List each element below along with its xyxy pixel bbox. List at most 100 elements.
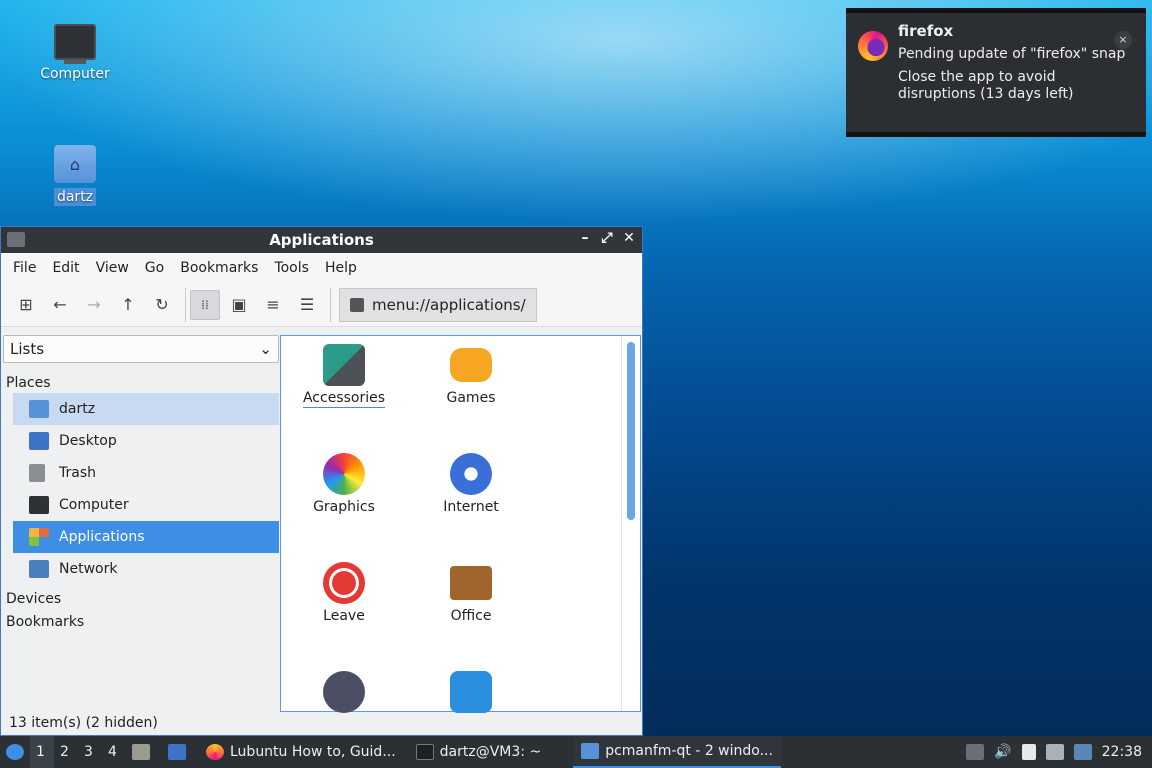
sidebar-item-dartz[interactable]: dartz: [13, 393, 279, 425]
network-status-icon[interactable]: [1045, 744, 1064, 760]
computer-icon: [54, 24, 96, 64]
icon-view-icon[interactable]: ⁞⁞: [190, 289, 220, 320]
side-pane-mode-value: Lists: [10, 340, 45, 358]
start-menu-button[interactable]: [0, 736, 30, 768]
scrollbar-track[interactable]: [621, 336, 622, 711]
app-category-settings[interactable]: [416, 671, 526, 717]
menu-bookmarks[interactable]: Bookmarks: [172, 260, 266, 276]
home-folder-icon: [29, 400, 49, 418]
folder-view[interactable]: Accessories Games Graphics Internet Leav…: [280, 335, 641, 713]
detailed-list-view-icon[interactable]: ☰: [292, 290, 322, 320]
desktop-icon-label: Computer: [40, 66, 110, 82]
toolbar-separator: [330, 287, 331, 322]
computer-icon: [29, 496, 49, 514]
clipboard-icon[interactable]: [1021, 744, 1036, 760]
sidebar-item-desktop[interactable]: Desktop: [13, 425, 279, 457]
applications-icon: [29, 528, 49, 546]
app-category-internet[interactable]: Internet: [416, 453, 526, 515]
app-category-games[interactable]: Games: [416, 344, 526, 406]
desktop-icon-home[interactable]: dartz: [30, 145, 120, 206]
update-notifier-icon[interactable]: [1073, 744, 1092, 760]
gamepad-icon: [450, 348, 492, 382]
address-bar[interactable]: menu://applications/: [339, 287, 639, 322]
tray-expand-icon[interactable]: [966, 744, 985, 760]
path-button[interactable]: menu://applications/: [339, 287, 537, 322]
quicklaunch-show-desktop[interactable]: [162, 736, 198, 768]
clock[interactable]: 22:38: [1102, 744, 1142, 760]
compact-view-icon[interactable]: ≡: [258, 290, 288, 320]
side-pane-mode-select[interactable]: Lists ⌄: [3, 335, 279, 363]
up-icon[interactable]: ↑: [113, 290, 143, 320]
internet-globe-icon: [450, 453, 492, 495]
menu-tools[interactable]: Tools: [266, 260, 317, 276]
app-category-leave[interactable]: Leave: [289, 562, 399, 624]
workspace-4[interactable]: 4: [102, 736, 126, 768]
settings-sliders-icon: [450, 671, 492, 713]
firefox-icon: [858, 31, 888, 61]
sidebar-item-computer[interactable]: Computer: [13, 489, 279, 521]
power-icon: [323, 562, 365, 604]
toolbar: ⊞ ← → ↑ ↻ ⁞⁞ ▣ ≡ ☰ menu://applications/: [1, 283, 642, 327]
task-file-manager[interactable]: pcmanfm-qt - 2 windo...: [573, 736, 781, 768]
menu-edit[interactable]: Edit: [44, 260, 87, 276]
menu-file[interactable]: File: [5, 260, 44, 276]
notification: firefox × Pending update of "firefox" sn…: [846, 8, 1146, 137]
status-bar: 13 item(s) (2 hidden): [9, 715, 158, 731]
quicklaunch-file-manager[interactable]: [126, 736, 162, 768]
thumbnail-view-icon[interactable]: ▣: [224, 290, 254, 320]
close-button[interactable]: ✕: [620, 230, 638, 246]
app-category-other[interactable]: [289, 671, 399, 717]
sidebar-item-network[interactable]: Network: [13, 553, 279, 585]
task-firefox[interactable]: Lubuntu How to, Guid...: [198, 736, 404, 768]
file-cabinet-icon: [132, 744, 150, 760]
bookmarks-header[interactable]: Bookmarks: [3, 612, 279, 632]
app-category-office[interactable]: Office: [416, 562, 526, 624]
notification-close-button[interactable]: ×: [1114, 31, 1132, 49]
maximize-button[interactable]: ⤢: [598, 230, 616, 246]
app-category-graphics[interactable]: Graphics: [289, 453, 399, 515]
chevron-down-icon: ⌄: [259, 340, 272, 358]
task-terminal[interactable]: dartz@VM3: ~: [408, 736, 550, 768]
briefcase-icon: [450, 566, 492, 600]
firefox-icon: [206, 744, 224, 760]
desktop-icon-computer[interactable]: Computer: [30, 24, 120, 82]
notification-title: firefox: [898, 22, 954, 40]
app-category-accessories[interactable]: Accessories: [289, 344, 399, 408]
path-text: menu://applications/: [372, 295, 526, 314]
notification-line-2: Close the app to avoid disruptions (13 d…: [898, 69, 1074, 102]
toolbar-separator: [185, 287, 186, 322]
more-icon: [323, 671, 365, 713]
graphics-icon: [323, 453, 365, 495]
window-title: Applications: [269, 231, 374, 249]
workspace-2[interactable]: 2: [54, 736, 78, 768]
desktop-icon: [29, 432, 49, 450]
new-tab-icon[interactable]: ⊞: [11, 290, 41, 320]
menu-view[interactable]: View: [88, 260, 137, 276]
file-manager-window: Applications – ⤢ ✕ File Edit View Go Boo…: [0, 226, 643, 736]
system-tray: 🔊 22:38: [961, 736, 1152, 768]
sidebar-item-trash[interactable]: Trash: [13, 457, 279, 489]
forward-icon[interactable]: →: [79, 290, 109, 320]
menu-location-icon: [350, 297, 364, 312]
menu-help[interactable]: Help: [317, 260, 365, 276]
devices-header[interactable]: Devices: [3, 589, 279, 609]
folder-icon: [581, 743, 600, 759]
workspace-1[interactable]: 1: [30, 736, 54, 768]
volume-icon[interactable]: 🔊: [994, 744, 1011, 760]
back-icon[interactable]: ←: [45, 290, 75, 320]
minimize-button[interactable]: –: [576, 230, 594, 246]
scrollbar-thumb[interactable]: [627, 342, 635, 520]
notification-line-1: Pending update of "firefox" snap: [898, 46, 1126, 62]
menu-bar: File Edit View Go Bookmarks Tools Help: [1, 253, 642, 283]
side-pane: Lists ⌄ Places dartz Desktop Trash Compu…: [3, 335, 279, 713]
workspace-3[interactable]: 3: [78, 736, 102, 768]
places-header[interactable]: Places: [3, 373, 279, 393]
trash-icon: [29, 464, 45, 482]
title-bar[interactable]: Applications – ⤢ ✕: [1, 227, 642, 253]
sidebar-item-applications[interactable]: Applications: [13, 521, 279, 553]
home-folder-icon: [54, 145, 96, 183]
menu-go[interactable]: Go: [137, 260, 172, 276]
desktop-icon: [168, 744, 186, 760]
lubuntu-logo-icon: [6, 744, 24, 760]
reload-icon[interactable]: ↻: [147, 290, 177, 320]
